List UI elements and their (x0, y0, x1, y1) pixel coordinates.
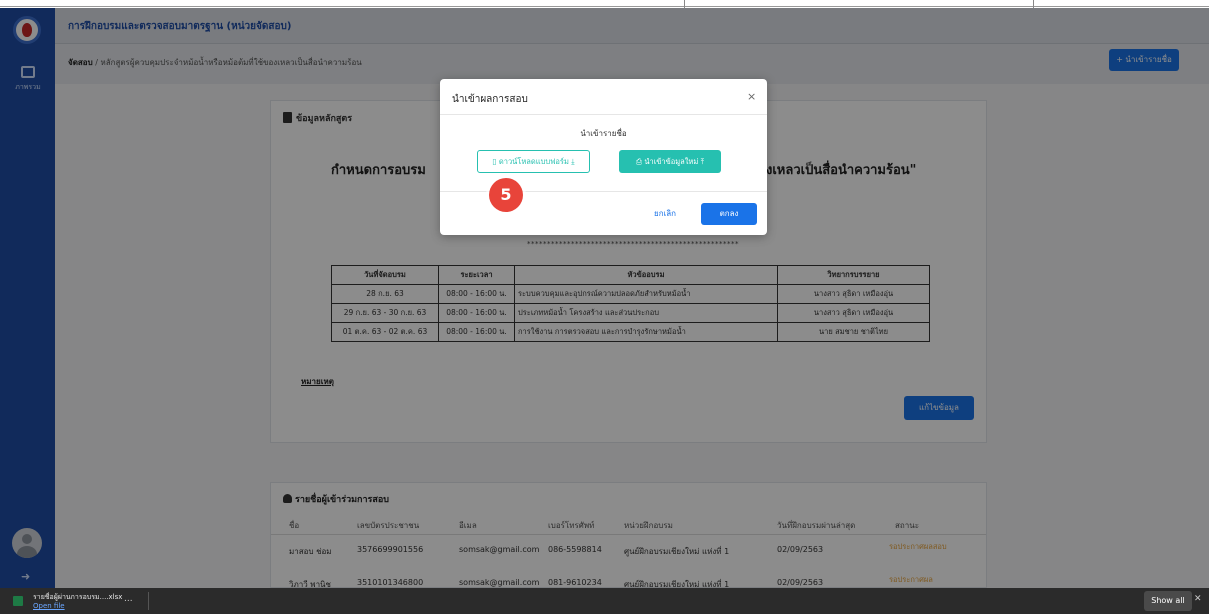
download-template-button[interactable]: ▯ ดาวน์โหลดแบบฟอร์ม ⤓ (477, 150, 590, 173)
upload-icon: ⤒ (698, 157, 705, 166)
step-badge: 5 (489, 178, 523, 212)
cancel-button[interactable]: ยกเลิก (654, 207, 676, 220)
modal-title: นำเข้าผลการสอบ (452, 94, 528, 105)
excel-file-icon (13, 596, 23, 606)
download-icon: ⤓ (568, 157, 575, 166)
more-options-icon[interactable]: ... (124, 594, 133, 604)
divider (148, 592, 149, 610)
show-all-button[interactable]: Show all (1144, 591, 1192, 611)
download-bar: รายชื่อผู้ผ่านการอบรม....xlsx Open file … (0, 588, 1209, 614)
close-icon[interactable]: × (747, 90, 756, 103)
open-file-link[interactable]: Open file (33, 602, 65, 610)
import-results-modal: นำเข้าผลการสอบ × นำเข้ารายชื่อ ▯ ดาวน์โห… (440, 79, 767, 235)
close-icon[interactable]: ✕ (1194, 594, 1202, 604)
modal-subtitle: นำเข้ารายชื่อ (580, 129, 627, 138)
divider (440, 114, 767, 115)
top-strip (0, 0, 1209, 8)
ok-button[interactable]: ตกลง (701, 203, 757, 225)
import-new-data-button[interactable]: ⎙ นำเข้าข้อมูลใหม่ ⤒ (619, 150, 721, 173)
